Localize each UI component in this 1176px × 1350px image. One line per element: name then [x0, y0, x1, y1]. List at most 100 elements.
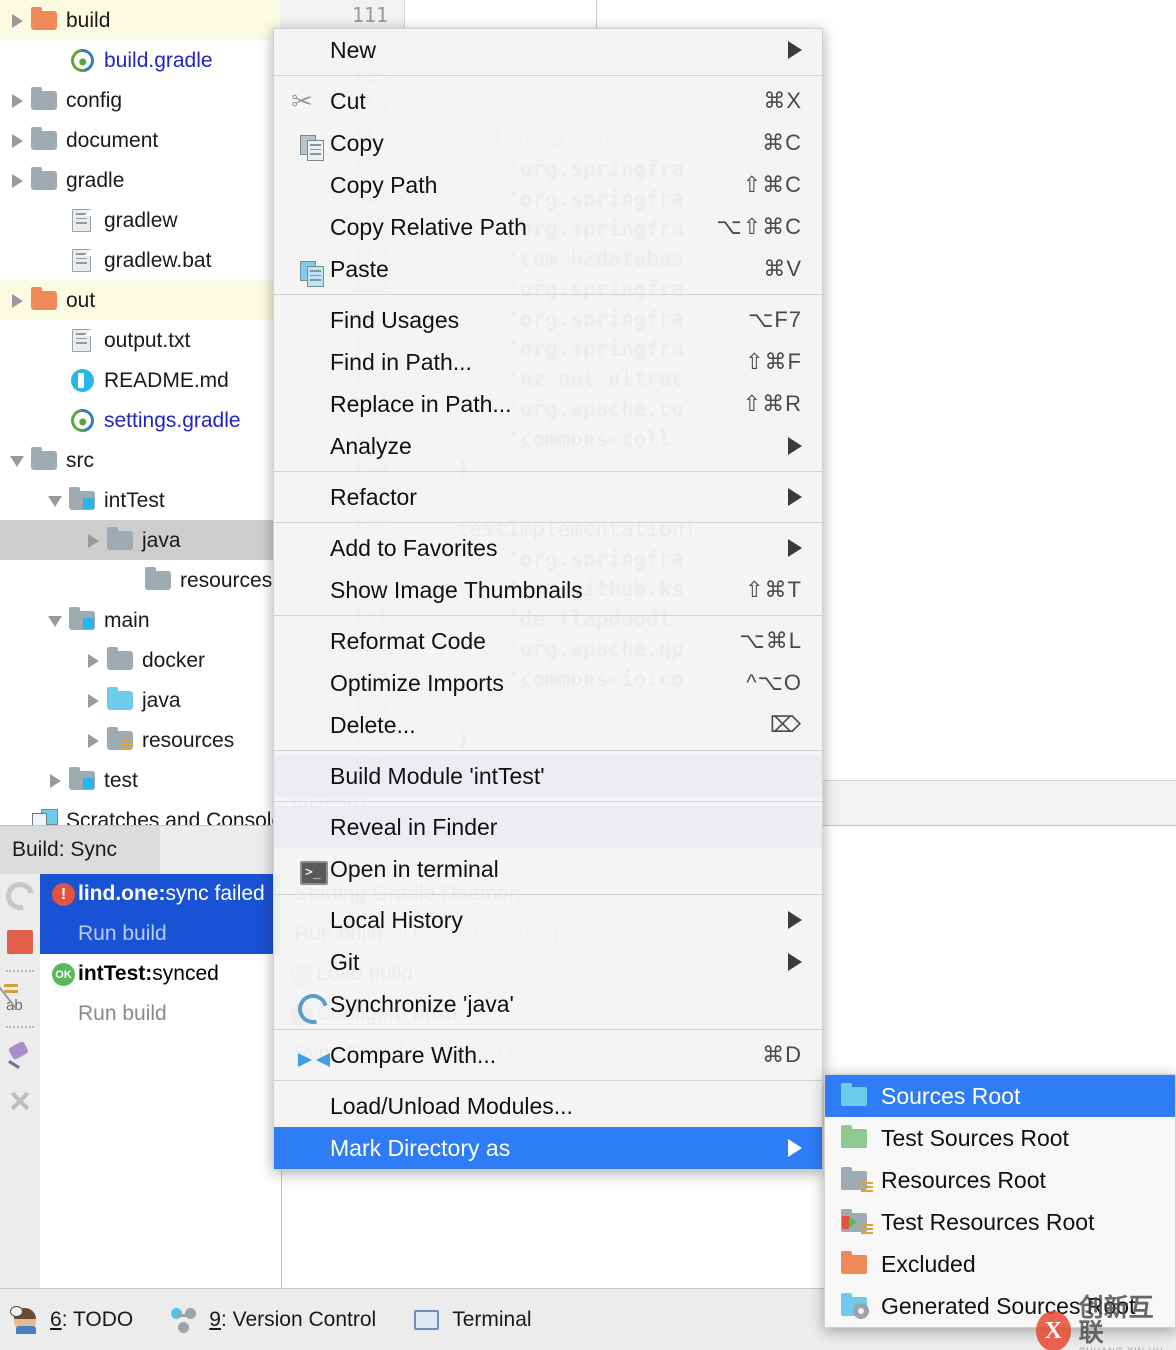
- folder-test-resources-icon: [839, 1208, 873, 1236]
- chevron-down-icon[interactable]: [6, 449, 28, 471]
- menu-item-local-history[interactable]: Local History: [274, 899, 822, 941]
- menu-item-paste[interactable]: Paste ⌘V: [274, 248, 822, 290]
- menu-item-open-in-terminal[interactable]: >_ Open in terminal: [274, 848, 822, 890]
- toolbar-divider: [6, 970, 34, 972]
- chevron-right-icon[interactable]: [6, 289, 28, 311]
- menu-item-label: Load/Unload Modules...: [330, 1092, 573, 1119]
- build-results-tree[interactable]: lind.one: sync failedRun buildOKintTest:…: [40, 874, 280, 1288]
- status-bar-label: 6: TODO: [50, 1308, 133, 1332]
- menu-item-refactor[interactable]: Refactor: [274, 476, 822, 518]
- menu-item-reformat-code[interactable]: Reformat Code ⌥⌘L: [274, 620, 822, 662]
- rerun-icon[interactable]: [0, 874, 40, 920]
- tab-build-sync[interactable]: Build: Sync: [0, 826, 160, 874]
- tree-item-output-txt[interactable]: output.txt: [0, 320, 280, 360]
- tree-item-main[interactable]: main: [0, 600, 280, 640]
- menu-item-copy[interactable]: Copy ⌘C: [274, 122, 822, 164]
- project-tree-panel[interactable]: build build.gradle config document gradle gra…: [0, 0, 280, 825]
- file-icon: [66, 247, 98, 273]
- status-bar-label: Terminal: [452, 1308, 531, 1332]
- soft-wrap-icon[interactable]: ab: [0, 976, 40, 1022]
- menu-item-reveal-in-finder[interactable]: Reveal in Finder: [274, 806, 822, 848]
- tree-item-resources[interactable]: resources: [0, 560, 280, 600]
- submenu-item-resources-root[interactable]: Resources Root: [825, 1159, 1175, 1201]
- status-bar-item-versioncontrol[interactable]: 9: Version Control: [169, 1306, 376, 1334]
- tree-item-src[interactable]: src: [0, 440, 280, 480]
- submenu-item-excluded[interactable]: Excluded: [825, 1243, 1175, 1285]
- menu-item-copy-path[interactable]: Copy Path ⇧⌘C: [274, 164, 822, 206]
- tree-item-label: intTest: [104, 488, 165, 512]
- menu-item-add-to-favorites[interactable]: Add to Favorites: [274, 527, 822, 569]
- build-toolbar[interactable]: ab: [0, 874, 40, 1288]
- menu-item-new[interactable]: New: [274, 29, 822, 71]
- build-tree-row[interactable]: OK intTest: synced: [40, 954, 280, 994]
- mark-directory-as-submenu[interactable]: Sources Root Test Sources Root Resources R…: [824, 1074, 1176, 1328]
- no-arrow-spacer: [44, 209, 66, 231]
- chevron-right-icon[interactable]: [6, 129, 28, 151]
- context-menu[interactable]: New ✂ Cut ⌘X Copy ⌘C Copy Path ⇧⌘C Copy Relative…: [273, 28, 823, 1170]
- menu-item-find-in-path[interactable]: Find in Path... ⇧⌘F: [274, 341, 822, 383]
- tree-item-document[interactable]: document: [0, 120, 280, 160]
- menu-item-git[interactable]: Git: [274, 941, 822, 983]
- tree-item-java[interactable]: java: [0, 680, 280, 720]
- menu-item-optimize-imports[interactable]: Optimize Imports ^⌥O: [274, 662, 822, 704]
- status-bar-name: Terminal: [452, 1307, 532, 1331]
- submenu-item-sources-root[interactable]: Sources Root: [825, 1075, 1175, 1117]
- chevron-right-icon[interactable]: [6, 9, 28, 31]
- no-arrow-spacer: [44, 409, 66, 431]
- menu-item-replace-in-path[interactable]: Replace in Path... ⇧⌘R: [274, 383, 822, 425]
- tree-item-inttest[interactable]: intTest: [0, 480, 280, 520]
- submenu-item-test-sources-root[interactable]: Test Sources Root: [825, 1117, 1175, 1159]
- tree-item-docker[interactable]: docker: [0, 640, 280, 680]
- menu-item-label: Find Usages: [330, 306, 460, 333]
- no-icon-spacer: [48, 1001, 78, 1027]
- tree-item-label: out: [66, 288, 96, 312]
- pin-icon[interactable]: [0, 1032, 40, 1078]
- menu-item-load-unload-modules[interactable]: Load/Unload Modules...: [274, 1085, 822, 1127]
- tree-item-java[interactable]: java: [0, 520, 280, 560]
- tree-item-resources[interactable]: resources: [0, 720, 280, 760]
- no-arrow-spacer: [120, 569, 142, 591]
- menu-item-delete[interactable]: Delete... ⌦: [274, 704, 822, 746]
- build-tree-row[interactable]: lind.one: sync failed: [40, 874, 280, 914]
- menu-item-compare-with[interactable]: Compare With... ⌘D: [274, 1034, 822, 1076]
- menu-item-mark-directory-as[interactable]: Mark Directory as: [274, 1127, 822, 1169]
- status-bar-item-terminal[interactable]: Terminal: [412, 1306, 532, 1334]
- tree-item-gradlew-bat[interactable]: gradlew.bat: [0, 240, 280, 280]
- tree-item-readme-md[interactable]: README.md: [0, 360, 280, 400]
- build-tree-row[interactable]: Run build: [40, 994, 280, 1034]
- menu-item-build-module-inttest[interactable]: Build Module 'intTest': [274, 755, 822, 797]
- chevron-right-icon[interactable]: [44, 769, 66, 791]
- chevron-right-icon[interactable]: [6, 169, 28, 191]
- menu-item-analyze[interactable]: Analyze: [274, 425, 822, 467]
- stop-icon[interactable]: [0, 920, 40, 966]
- tree-item-config[interactable]: config: [0, 80, 280, 120]
- tree-item-gradle[interactable]: gradle: [0, 160, 280, 200]
- status-bar-item-todo[interactable]: 6: TODO: [10, 1305, 133, 1334]
- tree-item-build-gradle[interactable]: build.gradle: [0, 40, 280, 80]
- chevron-right-icon[interactable]: [82, 729, 104, 751]
- status-bar-shortcut-number: 6: [50, 1307, 62, 1331]
- terminal-icon: [412, 1306, 442, 1334]
- close-icon[interactable]: [0, 1078, 40, 1124]
- submenu-arrow-icon: [788, 1139, 802, 1157]
- tree-item-gradlew[interactable]: gradlew: [0, 200, 280, 240]
- chevron-right-icon[interactable]: [82, 649, 104, 671]
- submenu-item-test-resources-root[interactable]: Test Resources Root: [825, 1201, 1175, 1243]
- tree-item-out[interactable]: out: [0, 280, 280, 320]
- tree-item-build[interactable]: build: [0, 0, 280, 40]
- tab-build-sync-label: Build: Sync: [12, 838, 118, 861]
- chevron-down-icon[interactable]: [44, 489, 66, 511]
- menu-item-synchronize-java[interactable]: Synchronize 'java': [274, 983, 822, 1030]
- menu-item-copy-relative-path[interactable]: Copy Relative Path ⌥⇧⌘C: [274, 206, 822, 248]
- menu-item-show-image-thumbnails[interactable]: Show Image Thumbnails ⇧⌘T: [274, 569, 822, 611]
- tree-item-scratches-and-consoles[interactable]: Scratches and Consoles: [0, 800, 280, 825]
- chevron-right-icon[interactable]: [82, 689, 104, 711]
- build-tree-row[interactable]: Run build: [40, 914, 280, 954]
- menu-item-find-usages[interactable]: Find Usages ⌥F7: [274, 299, 822, 341]
- tree-item-settings-gradle[interactable]: settings.gradle: [0, 400, 280, 440]
- chevron-down-icon[interactable]: [44, 609, 66, 631]
- menu-item-cut[interactable]: ✂ Cut ⌘X: [274, 80, 822, 122]
- tree-item-test[interactable]: test: [0, 760, 280, 800]
- chevron-right-icon[interactable]: [82, 529, 104, 551]
- chevron-right-icon[interactable]: [6, 89, 28, 111]
